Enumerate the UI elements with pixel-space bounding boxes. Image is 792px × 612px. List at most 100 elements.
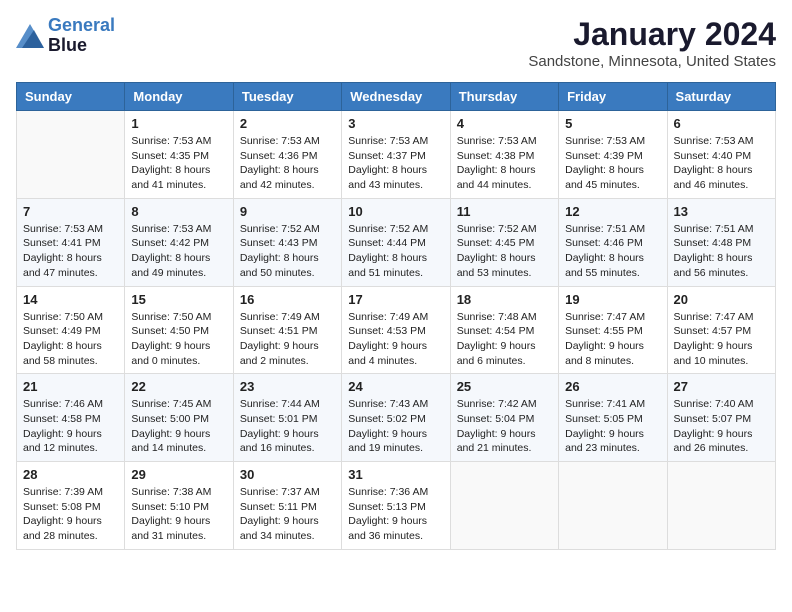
calendar-cell: 16Sunrise: 7:49 AMSunset: 4:51 PMDayligh…	[233, 286, 341, 374]
day-header-sunday: Sunday	[17, 83, 125, 111]
cell-content: Sunrise: 7:51 AMSunset: 4:48 PMDaylight:…	[674, 222, 769, 281]
day-number: 27	[674, 379, 769, 394]
calendar-cell: 4Sunrise: 7:53 AMSunset: 4:38 PMDaylight…	[450, 111, 558, 199]
day-number: 1	[131, 116, 226, 131]
logo: General Blue	[16, 16, 115, 56]
cell-content: Sunrise: 7:52 AMSunset: 4:45 PMDaylight:…	[457, 222, 552, 281]
cell-content: Sunrise: 7:39 AMSunset: 5:08 PMDaylight:…	[23, 485, 118, 544]
calendar-cell: 3 Sunrise: 7:53 AMSunset: 4:37 PMDaylight…	[342, 111, 450, 199]
calendar-cell: 22 Sunrise: 7:45 AMSunset: 5:00 PMDayligh…	[125, 374, 233, 462]
day-number: 15	[131, 292, 226, 307]
day-number: 22	[131, 379, 226, 394]
title-block: January 2024 Sandstone, Minnesota, Unite…	[528, 16, 776, 70]
cell-content: Sunrise: 7:53 AMSunset: 4:41 PMDaylight:…	[23, 222, 118, 281]
cell-content: Sunrise: 7:45 AMSunset: 5:00 PMDaylight:…	[131, 397, 226, 456]
day-header-wednesday: Wednesday	[342, 83, 450, 111]
day-number: 11	[457, 204, 552, 219]
calendar-cell: 8 Sunrise: 7:53 AMSunset: 4:42 PMDaylight…	[125, 198, 233, 286]
day-header-thursday: Thursday	[450, 83, 558, 111]
day-number: 2	[240, 116, 335, 131]
calendar-cell: 7 Sunrise: 7:53 AMSunset: 4:41 PMDaylight…	[17, 198, 125, 286]
calendar-cell: 31 Sunrise: 7:36 AMSunset: 5:13 PMDayligh…	[342, 462, 450, 550]
calendar-cell: 12 Sunrise: 7:51 AMSunset: 4:46 PMDayligh…	[559, 198, 667, 286]
cell-content: Sunrise: 7:52 AMSunset: 4:44 PMDaylight:…	[348, 222, 443, 281]
day-number: 21	[23, 379, 118, 394]
calendar-table: SundayMondayTuesdayWednesdayThursdayFrid…	[16, 82, 776, 550]
cell-content: Sunrise: 7:37 AMSunset: 5:11 PMDaylight:…	[240, 485, 335, 544]
calendar-cell: 20Sunrise: 7:47 AMSunset: 4:57 PMDayligh…	[667, 286, 775, 374]
calendar-cell: 6Sunrise: 7:53 AMSunset: 4:40 PMDaylight…	[667, 111, 775, 199]
day-number: 12	[565, 204, 660, 219]
calendar-cell: 2 Sunrise: 7:53 AMSunset: 4:36 PMDaylight…	[233, 111, 341, 199]
calendar-cell: 9 Sunrise: 7:52 AMSunset: 4:43 PMDaylight…	[233, 198, 341, 286]
day-number: 3	[348, 116, 443, 131]
day-number: 17	[348, 292, 443, 307]
cell-content: Sunrise: 7:51 AMSunset: 4:46 PMDaylight:…	[565, 222, 660, 281]
calendar-cell: 21 Sunrise: 7:46 AMSunset: 4:58 PMDayligh…	[17, 374, 125, 462]
calendar-cell: 13 Sunrise: 7:51 AMSunset: 4:48 PMDayligh…	[667, 198, 775, 286]
cell-content: Sunrise: 7:47 AMSunset: 4:55 PMDaylight:…	[565, 310, 660, 369]
cell-content: Sunrise: 7:50 AMSunset: 4:49 PMDaylight:…	[23, 310, 118, 369]
cell-content: Sunrise: 7:44 AMSunset: 5:01 PMDaylight:…	[240, 397, 335, 456]
cell-content: Sunrise: 7:48 AMSunset: 4:54 PMDaylight:…	[457, 310, 552, 369]
logo-icon	[16, 24, 44, 48]
calendar-cell: 17 Sunrise: 7:49 AMSunset: 4:53 PMDayligh…	[342, 286, 450, 374]
day-number: 5	[565, 116, 660, 131]
cell-content: Sunrise: 7:41 AMSunset: 5:05 PMDaylight:…	[565, 397, 660, 456]
day-number: 9	[240, 204, 335, 219]
calendar-cell: 29 Sunrise: 7:38 AMSunset: 5:10 PMDayligh…	[125, 462, 233, 550]
cell-content: Sunrise: 7:53 AMSunset: 4:37 PMDaylight:…	[348, 134, 443, 193]
cell-content: Sunrise: 7:53 AMSunset: 4:35 PMDaylight:…	[131, 134, 226, 193]
day-number: 7	[23, 204, 118, 219]
cell-content: Sunrise: 7:52 AMSunset: 4:43 PMDaylight:…	[240, 222, 335, 281]
day-number: 13	[674, 204, 769, 219]
calendar-cell: 30 Sunrise: 7:37 AMSunset: 5:11 PMDayligh…	[233, 462, 341, 550]
week-row-1: 1 Sunrise: 7:53 AMSunset: 4:35 PMDaylight…	[17, 111, 776, 199]
logo-text: General Blue	[48, 16, 115, 56]
cell-content: Sunrise: 7:49 AMSunset: 4:53 PMDaylight:…	[348, 310, 443, 369]
day-number: 14	[23, 292, 118, 307]
cell-content: Sunrise: 7:46 AMSunset: 4:58 PMDaylight:…	[23, 397, 118, 456]
day-number: 31	[348, 467, 443, 482]
day-number: 28	[23, 467, 118, 482]
day-number: 24	[348, 379, 443, 394]
week-row-3: 14 Sunrise: 7:50 AMSunset: 4:49 PMDayligh…	[17, 286, 776, 374]
cell-content: Sunrise: 7:36 AMSunset: 5:13 PMDaylight:…	[348, 485, 443, 544]
calendar-cell: 25 Sunrise: 7:42 AMSunset: 5:04 PMDayligh…	[450, 374, 558, 462]
calendar-cell	[559, 462, 667, 550]
cell-content: Sunrise: 7:53 AMSunset: 4:42 PMDaylight:…	[131, 222, 226, 281]
calendar-cell: 1 Sunrise: 7:53 AMSunset: 4:35 PMDaylight…	[125, 111, 233, 199]
day-header-tuesday: Tuesday	[233, 83, 341, 111]
cell-content: Sunrise: 7:43 AMSunset: 5:02 PMDaylight:…	[348, 397, 443, 456]
calendar-cell: 26Sunrise: 7:41 AMSunset: 5:05 PMDayligh…	[559, 374, 667, 462]
day-number: 18	[457, 292, 552, 307]
calendar-cell: 18 Sunrise: 7:48 AMSunset: 4:54 PMDayligh…	[450, 286, 558, 374]
cell-content: Sunrise: 7:50 AMSunset: 4:50 PMDaylight:…	[131, 310, 226, 369]
calendar-cell: 28 Sunrise: 7:39 AMSunset: 5:08 PMDayligh…	[17, 462, 125, 550]
calendar-cell	[450, 462, 558, 550]
calendar-cell: 27 Sunrise: 7:40 AMSunset: 5:07 PMDayligh…	[667, 374, 775, 462]
day-number: 4	[457, 116, 552, 131]
location: Sandstone, Minnesota, United States	[528, 53, 776, 70]
day-number: 10	[348, 204, 443, 219]
cell-content: Sunrise: 7:47 AMSunset: 4:57 PMDaylight:…	[674, 310, 769, 369]
cell-content: Sunrise: 7:53 AMSunset: 4:36 PMDaylight:…	[240, 134, 335, 193]
page-header: General Blue January 2024 Sandstone, Min…	[16, 16, 776, 70]
day-number: 8	[131, 204, 226, 219]
day-number: 30	[240, 467, 335, 482]
week-row-5: 28 Sunrise: 7:39 AMSunset: 5:08 PMDayligh…	[17, 462, 776, 550]
calendar-cell: 23Sunrise: 7:44 AMSunset: 5:01 PMDayligh…	[233, 374, 341, 462]
cell-content: Sunrise: 7:49 AMSunset: 4:51 PMDaylight:…	[240, 310, 335, 369]
calendar-header-row: SundayMondayTuesdayWednesdayThursdayFrid…	[17, 83, 776, 111]
cell-content: Sunrise: 7:40 AMSunset: 5:07 PMDaylight:…	[674, 397, 769, 456]
day-number: 25	[457, 379, 552, 394]
day-header-friday: Friday	[559, 83, 667, 111]
cell-content: Sunrise: 7:38 AMSunset: 5:10 PMDaylight:…	[131, 485, 226, 544]
calendar-cell: 5 Sunrise: 7:53 AMSunset: 4:39 PMDaylight…	[559, 111, 667, 199]
calendar-cell: 14 Sunrise: 7:50 AMSunset: 4:49 PMDayligh…	[17, 286, 125, 374]
calendar-cell	[667, 462, 775, 550]
day-number: 29	[131, 467, 226, 482]
cell-content: Sunrise: 7:42 AMSunset: 5:04 PMDaylight:…	[457, 397, 552, 456]
calendar-cell: 15 Sunrise: 7:50 AMSunset: 4:50 PMDayligh…	[125, 286, 233, 374]
cell-content: Sunrise: 7:53 AMSunset: 4:39 PMDaylight:…	[565, 134, 660, 193]
